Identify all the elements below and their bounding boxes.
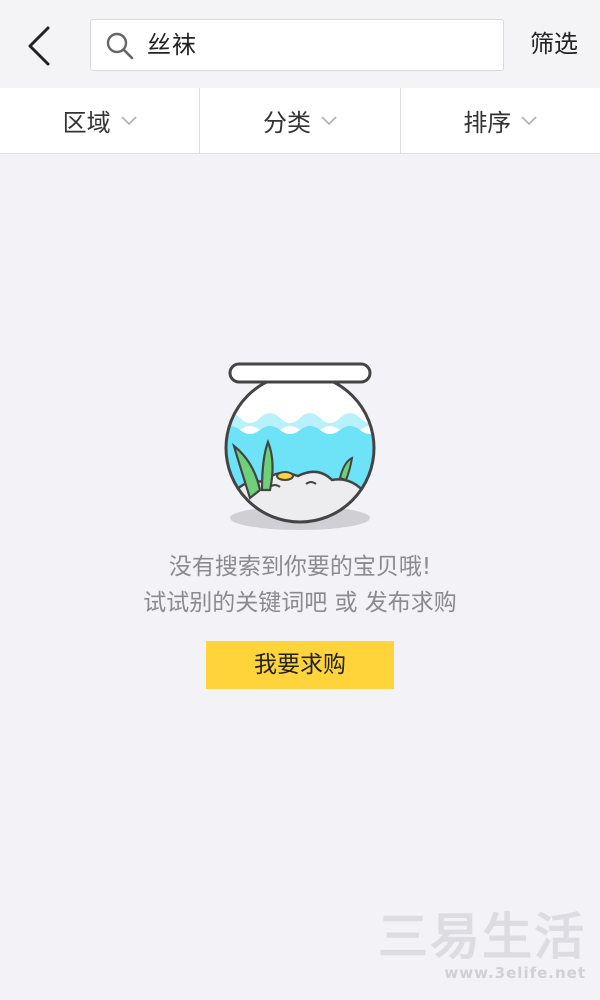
chevron-down-icon	[521, 115, 537, 125]
search-box[interactable]: 丝袜	[90, 19, 504, 71]
filter-button[interactable]: 筛选	[530, 28, 578, 60]
tab-label: 排序	[463, 109, 512, 137]
search-icon	[106, 32, 134, 60]
top-bar: 丝袜 筛选	[0, 0, 600, 88]
watermark-title: 三易生活	[378, 908, 586, 966]
back-arrow-icon	[28, 26, 50, 66]
fishbowl-illustration	[224, 362, 376, 530]
search-input[interactable]: 丝袜	[147, 30, 197, 60]
chevron-down-icon	[321, 115, 337, 125]
empty-message-line1: 没有搜索到你要的宝贝哦!	[168, 554, 432, 580]
request-purchase-button[interactable]: 我要求购	[206, 641, 394, 689]
watermark-url: www.3elife.net	[444, 964, 586, 982]
tab-label: 区域	[62, 109, 111, 137]
empty-message-line2: 试试别的关键词吧 或 发布求购	[143, 590, 457, 616]
empty-state: 没有搜索到你要的宝贝哦! 试试别的关键词吧 或 发布求购 我要求购	[0, 350, 600, 689]
tab-category[interactable]: 分类	[199, 88, 399, 153]
chevron-down-icon	[121, 115, 137, 125]
tab-region[interactable]: 区域	[0, 88, 199, 153]
empty-message: 没有搜索到你要的宝贝哦! 试试别的关键词吧 或 发布求购	[0, 549, 600, 621]
back-button[interactable]	[18, 22, 62, 70]
tab-sort[interactable]: 排序	[399, 88, 600, 153]
watermark: 三易生活 www.3elife.net	[378, 910, 586, 982]
filter-tabs: 区域 分类 排序	[0, 88, 600, 154]
tab-label: 分类	[262, 109, 311, 137]
